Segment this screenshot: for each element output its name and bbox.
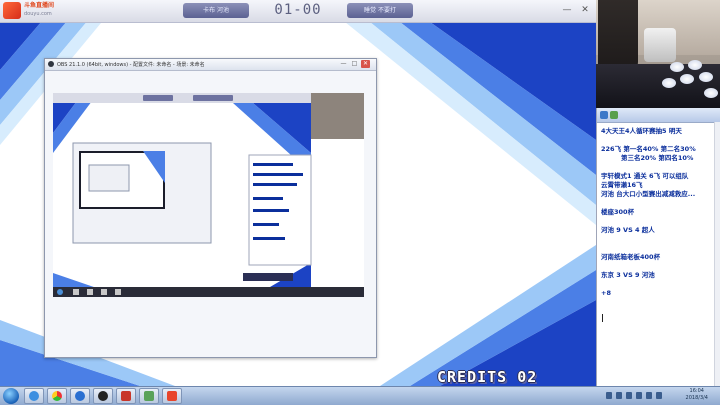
notes-line bbox=[601, 280, 717, 289]
taskbar-app-button[interactable] bbox=[24, 388, 44, 404]
taskbar-app-button[interactable] bbox=[70, 388, 90, 404]
qq-icon bbox=[29, 391, 39, 401]
notes-app-icon bbox=[144, 391, 154, 401]
douyu-logo-icon bbox=[3, 2, 21, 19]
app-icon bbox=[600, 111, 608, 119]
notes-line bbox=[601, 199, 717, 208]
notes-line bbox=[601, 244, 717, 253]
arcade-button-icon bbox=[670, 62, 684, 72]
notes-line bbox=[601, 235, 717, 244]
start-button[interactable] bbox=[3, 388, 19, 404]
player-left-name: 卡布 河池 bbox=[183, 3, 249, 18]
notes-line: 4大天王4人循环赛抽5 明天 bbox=[601, 127, 682, 135]
notes-line: 河池 台大口小型赛出减减救应... bbox=[601, 190, 696, 198]
tray-icon[interactable] bbox=[606, 392, 612, 399]
taskbar-app-button[interactable] bbox=[139, 388, 159, 404]
obs-titlebar[interactable]: OBS 21.1.0 (64bit, windows) - 配置文件: 未命名 … bbox=[45, 59, 376, 71]
arcade-button-icon bbox=[662, 78, 676, 88]
player-right-name: 睡觉 不要打 bbox=[347, 3, 413, 18]
tray-icon[interactable] bbox=[626, 392, 632, 399]
scrollbar[interactable] bbox=[714, 122, 720, 386]
notes-line: 宇轩模式1 通关 6飞 可以组队 bbox=[601, 172, 689, 180]
notes-line bbox=[601, 217, 717, 226]
text-cursor bbox=[602, 314, 603, 322]
game-app-icon bbox=[167, 391, 177, 401]
obs-icon bbox=[98, 391, 108, 401]
notes-line: 楼座300杯 bbox=[601, 208, 635, 216]
arcade-stick bbox=[644, 28, 676, 62]
credits-counter: CREDITS 02 bbox=[437, 368, 538, 386]
minimize-button[interactable]: — bbox=[561, 4, 573, 16]
notes-line: 云霄带濑16飞 bbox=[601, 181, 643, 189]
maximize-button[interactable]: □ bbox=[350, 60, 359, 68]
notes-text[interactable]: 4大天王4人循环赛抽5 明天 226飞 第一名40% 第二名30% 第三名20% 第… bbox=[597, 123, 720, 298]
taskbar-app-button[interactable] bbox=[47, 388, 67, 404]
notes-line bbox=[601, 163, 717, 172]
app-icon bbox=[610, 111, 618, 119]
app-icon bbox=[121, 391, 131, 401]
obs-logo-icon bbox=[48, 61, 54, 67]
taskbar-app-button[interactable] bbox=[162, 388, 182, 404]
minimize-button[interactable]: — bbox=[339, 60, 348, 68]
close-button[interactable]: ✕ bbox=[579, 4, 591, 16]
tray-icon[interactable] bbox=[636, 392, 642, 399]
obs-controls-area bbox=[53, 301, 364, 351]
notes-line: 226飞 第一名40% 第二名30% bbox=[601, 145, 696, 153]
notes-line: 河南纸箱老板400杯 bbox=[601, 253, 661, 261]
clock-date: 2018/3/4 bbox=[685, 395, 708, 401]
taskbar-app-button[interactable] bbox=[116, 388, 136, 404]
taskbar: 16:04 2018/3/4 bbox=[0, 386, 720, 405]
arcade-button-icon bbox=[704, 88, 718, 98]
tray-icon[interactable] bbox=[616, 392, 622, 399]
volume-icon[interactable] bbox=[646, 392, 652, 399]
chrome-icon bbox=[52, 391, 62, 401]
browser-icon bbox=[75, 391, 85, 401]
arcade-button-icon bbox=[680, 74, 694, 84]
taskbar-app-button[interactable] bbox=[93, 388, 113, 404]
notes-line bbox=[601, 262, 717, 271]
notes-titlebar bbox=[597, 108, 720, 123]
brand-sub: douyu.com bbox=[24, 11, 52, 17]
scoreboard-bar: 斗鱼直播间 douyu.com 卡布 河池 01-00 睡觉 不要打 — ✕ bbox=[0, 0, 596, 23]
system-clock[interactable]: 16:04 2018/3/4 bbox=[686, 388, 708, 402]
notes-line: 第三名20% 第四名10% bbox=[621, 154, 694, 162]
clock-time: 16:04 bbox=[689, 388, 704, 394]
obs-title: OBS 21.1.0 (64bit, windows) - 配置文件: 未命名 … bbox=[57, 62, 205, 68]
nested-stream-preview bbox=[53, 93, 364, 297]
notes-panel: 4大天王4人循环赛抽5 明天 226飞 第一名40% 第二名30% 第三名20% 第… bbox=[596, 108, 720, 386]
close-button[interactable]: ✕ bbox=[361, 60, 370, 68]
network-icon[interactable] bbox=[656, 392, 662, 399]
arcade-button-icon bbox=[688, 60, 702, 70]
match-score: 01-00 bbox=[274, 2, 322, 18]
obs-window: OBS 21.1.0 (64bit, windows) - 配置文件: 未命名 … bbox=[44, 58, 377, 358]
webcam-feed bbox=[596, 0, 720, 108]
notes-line: 东京 3 VS 9 河池 bbox=[601, 271, 655, 279]
notes-line: +8 bbox=[601, 289, 611, 297]
notes-line bbox=[601, 136, 717, 145]
brand-name: 斗鱼直播间 bbox=[24, 2, 55, 9]
arcade-button-icon bbox=[699, 72, 713, 82]
notes-line: 河池 9 VS 4 超人 bbox=[601, 226, 655, 234]
obs-preview[interactable] bbox=[53, 93, 364, 297]
